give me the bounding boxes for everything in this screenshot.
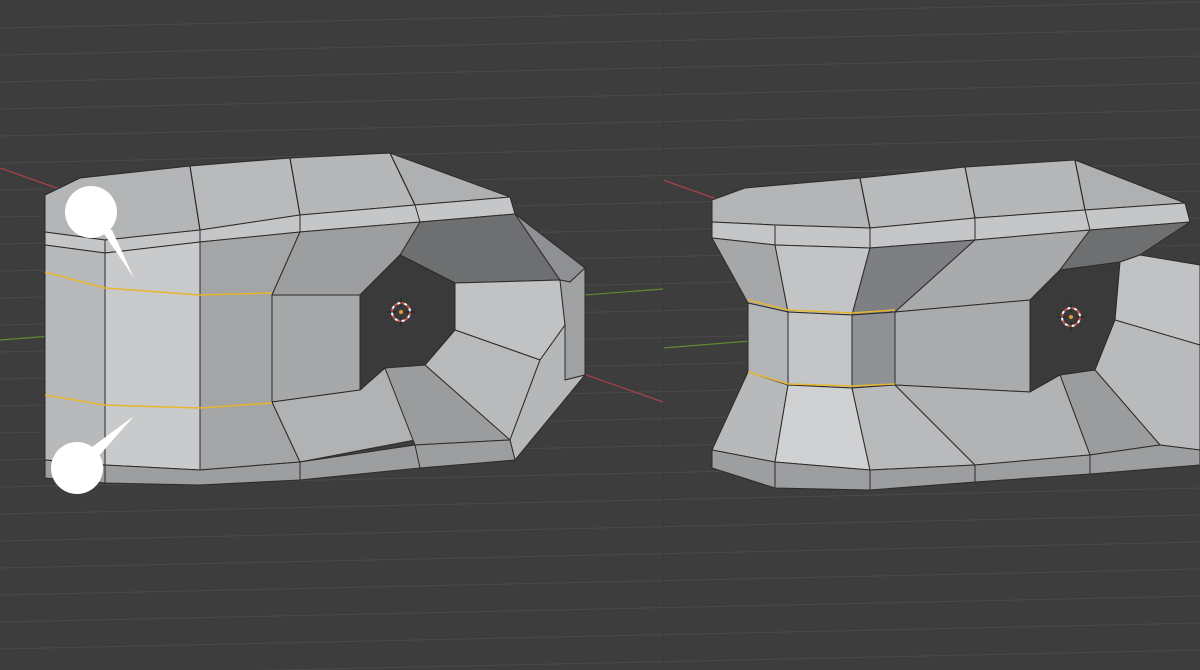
mesh-face — [894, 299, 1031, 393]
grid-line — [0, 568, 1200, 596]
3d-viewport[interactable] — [0, 0, 1200, 670]
grid-line — [0, 82, 1200, 110]
mesh-face — [711, 177, 871, 229]
grid-line — [253, 649, 1200, 670]
grid-line — [0, 514, 1200, 542]
grid-line — [0, 55, 1200, 83]
mesh-face — [787, 311, 853, 389]
grid-line — [0, 136, 1200, 164]
mesh-right[interactable] — [711, 159, 1200, 491]
grid-line — [0, 28, 1200, 56]
mesh-face — [44, 244, 106, 466]
grid-line — [0, 595, 1200, 623]
mesh-face — [747, 302, 789, 386]
mesh-left[interactable] — [44, 152, 586, 486]
grid-line — [0, 622, 1200, 650]
mesh-face — [964, 159, 1086, 219]
mesh-face — [1074, 159, 1186, 211]
viewport-canvas[interactable] — [0, 0, 1200, 670]
grid-line — [0, 487, 1200, 515]
mesh-face — [851, 311, 896, 389]
grid-line — [0, 541, 1200, 569]
mesh-face — [859, 166, 976, 229]
mesh-face — [271, 294, 361, 403]
grid-line — [0, 1, 1200, 29]
mesh-face — [104, 241, 201, 471]
panel-divider — [663, 0, 664, 670]
grid-line — [0, 109, 1200, 137]
